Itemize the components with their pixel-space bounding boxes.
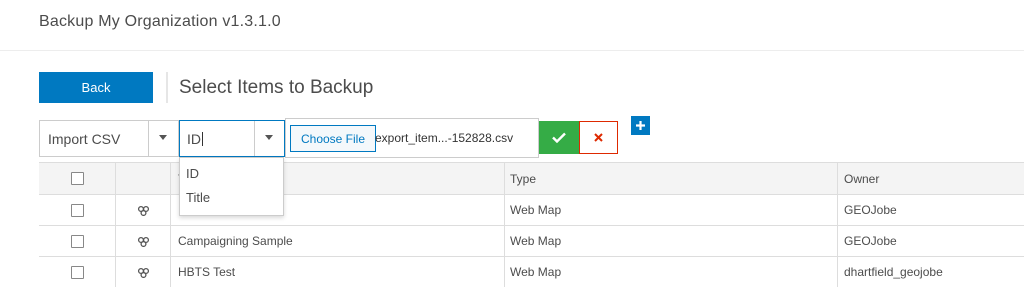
select-all-checkbox[interactable] xyxy=(70,172,84,185)
match-field-select[interactable]: ID xyxy=(179,120,285,157)
web-map-icon xyxy=(137,236,149,247)
row-owner: GEOJobe xyxy=(844,203,897,217)
title-divider xyxy=(0,50,1024,51)
app-title: Backup My Organization v1.3.1.0 xyxy=(39,13,281,30)
choose-file-button[interactable]: Choose File xyxy=(290,125,376,152)
back-button[interactable]: Back xyxy=(39,72,153,103)
row-type: Web Map xyxy=(505,226,838,256)
import-mode-select[interactable]: Import CSV xyxy=(39,120,179,157)
chevron-down-icon xyxy=(265,135,273,140)
text-cursor xyxy=(202,132,203,146)
row-owner: GEOJobe xyxy=(844,234,897,248)
match-field-arrow[interactable] xyxy=(254,121,284,156)
table-row[interactable]: Campaigning Sample Web Map GEOJobe xyxy=(39,225,1024,256)
cancel-button[interactable] xyxy=(579,121,618,154)
header-owner[interactable]: Owner xyxy=(838,163,1024,194)
import-mode-arrow[interactable] xyxy=(148,121,178,156)
page-title-container: Select Items to Backup xyxy=(166,72,373,103)
web-map-icon xyxy=(137,205,149,216)
row-checkbox[interactable] xyxy=(70,234,84,248)
file-name: export_item...-152828.csv xyxy=(375,131,514,145)
header-type[interactable]: Type xyxy=(505,163,838,194)
confirm-button[interactable] xyxy=(539,121,579,154)
plus-icon xyxy=(636,121,645,130)
close-icon xyxy=(594,133,603,142)
dropdown-option-title[interactable]: Title xyxy=(186,190,210,205)
header-icon-column xyxy=(116,163,171,194)
match-field-value: ID xyxy=(187,131,201,147)
row-title: HBTS Test xyxy=(171,257,505,287)
web-map-icon xyxy=(137,267,149,278)
match-field-dropdown: ID Title xyxy=(179,157,284,216)
row-title: Campaigning Sample xyxy=(171,226,505,256)
dropdown-option-id[interactable]: ID xyxy=(186,166,199,181)
add-button[interactable] xyxy=(631,116,650,135)
file-input[interactable]: Choose File export_item...-152828.csv xyxy=(285,118,539,158)
row-checkbox[interactable] xyxy=(70,203,84,217)
row-type: Web Map xyxy=(505,257,838,287)
chevron-down-icon xyxy=(159,135,167,140)
table-row[interactable]: HBTS Test Web Map dhartfield_geojobe xyxy=(39,256,1024,287)
row-owner: dhartfield_geojobe xyxy=(844,265,943,279)
page-title: Select Items to Backup xyxy=(179,76,374,98)
row-checkbox[interactable] xyxy=(70,265,84,279)
import-mode-value: Import CSV xyxy=(48,131,121,147)
check-icon xyxy=(552,132,566,143)
row-type: Web Map xyxy=(505,195,838,225)
